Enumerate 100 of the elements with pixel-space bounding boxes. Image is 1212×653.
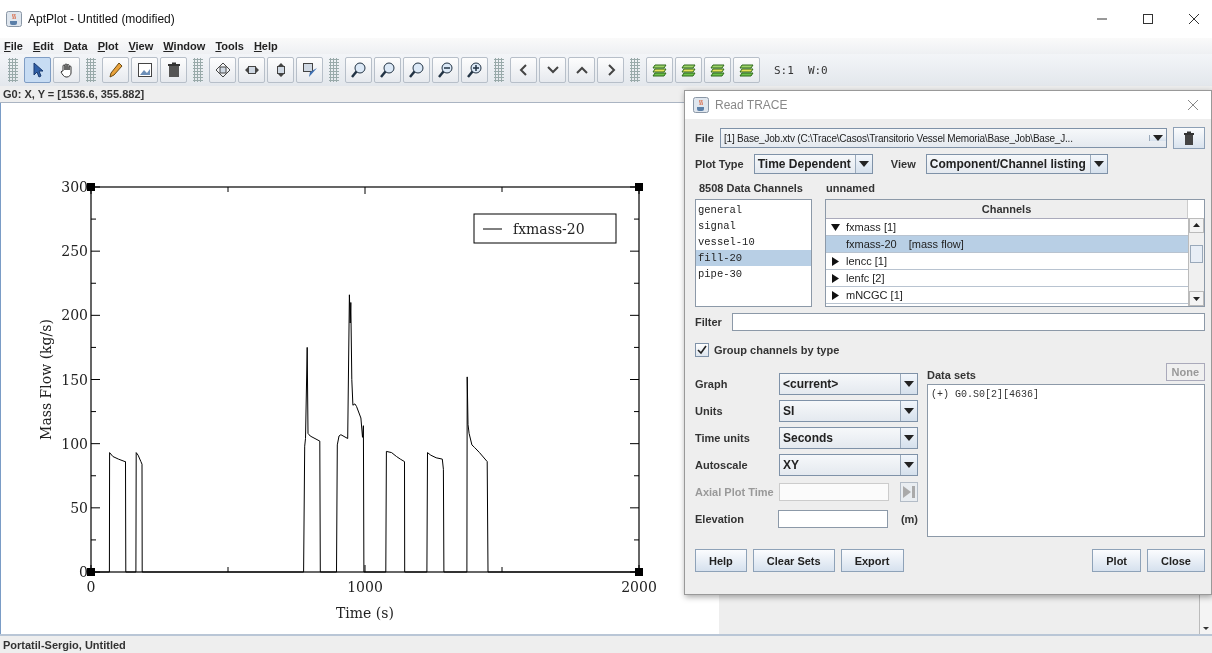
selection-handle[interactable] xyxy=(87,568,95,576)
filter-field[interactable] xyxy=(731,313,1205,331)
maximize-icon[interactable] xyxy=(1142,13,1154,25)
scroll-up-icon[interactable] xyxy=(1189,218,1204,233)
selection-handle[interactable] xyxy=(635,183,643,191)
dialog-button[interactable]: Export xyxy=(840,549,904,572)
vertical-arrows-icon xyxy=(274,62,287,78)
tree-row[interactable]: fxmass-20 [mass flow] xyxy=(826,236,1188,253)
toolbar-button[interactable] xyxy=(510,57,537,83)
toolbar-button[interactable] xyxy=(539,57,566,83)
column-header[interactable]: Channels xyxy=(826,200,1188,219)
toolbar-grip[interactable] xyxy=(329,58,339,82)
skip-forward-icon xyxy=(902,484,916,499)
field-label: Elevation xyxy=(695,512,745,525)
toolbar-grip[interactable] xyxy=(193,58,203,82)
close-icon[interactable] xyxy=(1188,13,1200,25)
toolbar-button[interactable] xyxy=(403,57,430,83)
app-icon xyxy=(6,11,22,27)
toolbar-button[interactable] xyxy=(24,57,51,83)
caret-icon xyxy=(904,434,914,441)
toolbar-grip[interactable] xyxy=(494,58,504,82)
chevron-right-icon xyxy=(605,64,616,76)
menu-item[interactable]: Edit xyxy=(32,40,54,52)
list-item[interactable]: signal xyxy=(696,218,811,234)
selection-handle[interactable] xyxy=(635,568,643,576)
toolbar-button[interactable] xyxy=(131,57,158,83)
field-label: Plot Type xyxy=(695,158,744,170)
menu-item[interactable]: Data xyxy=(63,40,88,52)
dialog-button[interactable]: Clear Sets xyxy=(752,549,835,572)
dropdown[interactable]: <current> xyxy=(779,372,918,395)
selection-handle[interactable] xyxy=(87,183,95,191)
chevron-left-icon xyxy=(518,64,529,76)
list-item[interactable]: pipe-30 xyxy=(696,266,811,282)
toolbar-button[interactable] xyxy=(267,57,294,83)
expand-icon[interactable] xyxy=(831,273,840,283)
expand-icon[interactable] xyxy=(831,256,840,266)
menu-item[interactable]: Window xyxy=(163,40,206,52)
file-dropdown[interactable]: [1] Base_Job.xtv (C:\Trace\Casos\Transitorio Vessel Memoria\Base_Job\Base_J... xyxy=(719,128,1167,148)
x-tick-label: 0 xyxy=(86,579,96,595)
label-arrow-icon xyxy=(301,62,318,78)
list-item[interactable]: (+) G0.S0[2][4636] xyxy=(931,389,1201,400)
menu-item[interactable]: File xyxy=(4,40,23,52)
y-tick-label: 0 xyxy=(79,564,88,580)
toolbar-button[interactable] xyxy=(238,57,265,83)
dialog-button[interactable]: Help xyxy=(695,549,747,572)
toolbar-button[interactable] xyxy=(597,57,624,83)
trash-icon xyxy=(166,62,181,78)
dropdown[interactable]: SI xyxy=(779,399,918,422)
trash-icon xyxy=(1183,131,1195,145)
toolbar-grip[interactable] xyxy=(8,58,18,82)
window-title: AptPlot - Untitled (modified) xyxy=(28,12,175,26)
scrollbar[interactable] xyxy=(1188,218,1204,306)
menu-item[interactable]: View xyxy=(128,40,154,52)
x-tick-label: 1000 xyxy=(347,579,383,595)
delete-button[interactable] xyxy=(1173,127,1205,149)
toolbar-button[interactable] xyxy=(53,57,80,83)
dialog-button[interactable]: Plot xyxy=(1092,549,1142,572)
field-label: Autoscale xyxy=(695,458,749,471)
toolbar-grip[interactable] xyxy=(630,58,640,82)
dropdown[interactable]: XY xyxy=(779,453,918,476)
menu-item[interactable]: Help xyxy=(253,40,278,52)
list-item[interactable]: general xyxy=(696,202,811,218)
collapse-icon[interactable] xyxy=(831,222,840,232)
toolbar-button[interactable] xyxy=(568,57,595,83)
toolbar-button[interactable] xyxy=(296,57,323,83)
checkbox[interactable] xyxy=(695,343,709,357)
scroll-down-icon[interactable] xyxy=(1189,291,1204,306)
expand-icon[interactable] xyxy=(831,290,840,300)
app-icon xyxy=(693,97,709,113)
menu-item[interactable]: Tools xyxy=(215,40,244,52)
menu-item[interactable]: Plot xyxy=(97,40,119,52)
toolbar-button[interactable] xyxy=(374,57,401,83)
caret-icon xyxy=(1093,161,1104,167)
status-text: Portatil-Sergio, Untitled xyxy=(3,638,126,651)
toolbar-button[interactable] xyxy=(432,57,459,83)
list-item[interactable]: fill-20 xyxy=(696,250,811,266)
tree-row[interactable]: lencc [1] xyxy=(826,253,1188,270)
field-label: Axial Plot Time xyxy=(695,485,775,498)
view-dropdown[interactable]: Component/Channel listing xyxy=(925,154,1108,174)
toolbar-button[interactable] xyxy=(461,57,488,83)
tree-row[interactable]: lenfc [2] xyxy=(826,270,1188,287)
field-label: View xyxy=(890,158,916,170)
field-label: Filter xyxy=(695,316,722,328)
legend: fxmass-20 xyxy=(473,213,617,244)
input-field[interactable] xyxy=(777,509,888,528)
toolbar-button[interactable] xyxy=(160,57,187,83)
y-tick-label: 250 xyxy=(61,243,88,260)
toolbar-grip[interactable] xyxy=(86,58,96,82)
layers-icon xyxy=(738,62,755,78)
dropdown[interactable]: Seconds xyxy=(779,426,918,449)
dialog-button[interactable]: Close xyxy=(1147,549,1205,572)
tree-row[interactable]: mNCGC [1] xyxy=(826,287,1188,304)
y-tick-label: 300 xyxy=(61,179,88,195)
toolbar-button[interactable] xyxy=(209,57,236,83)
x-axis-title: Time (s) xyxy=(336,605,394,621)
list-item[interactable]: vessel-10 xyxy=(696,234,811,250)
toolbar-button[interactable] xyxy=(345,57,372,83)
scroll-thumb[interactable] xyxy=(1190,245,1203,263)
layers-icon xyxy=(651,62,668,78)
plot-type-dropdown[interactable]: Time Dependent xyxy=(753,154,873,174)
